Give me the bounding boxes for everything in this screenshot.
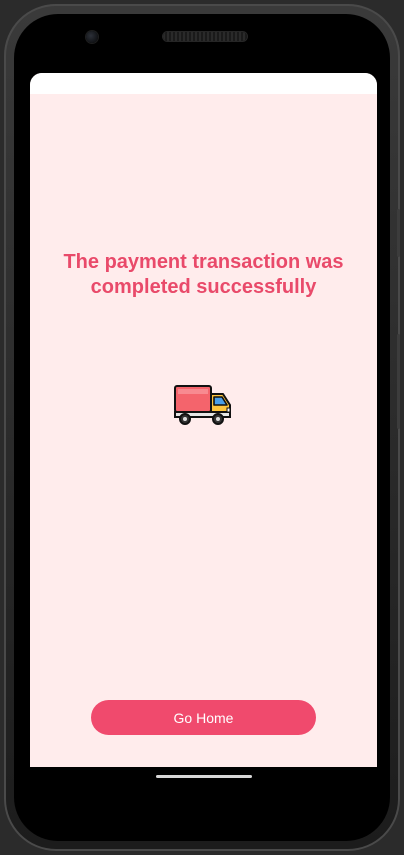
go-home-button[interactable]: Go Home [91, 700, 316, 735]
status-bar [30, 73, 377, 94]
power-button [397, 334, 400, 429]
gesture-home-indicator[interactable] [156, 775, 252, 778]
delivery-truck-icon [174, 385, 231, 425]
front-camera [86, 31, 98, 43]
app-screen: The payment transaction was completed su… [30, 73, 377, 767]
volume-button [397, 209, 400, 257]
payment-success-message: The payment transaction was completed su… [63, 251, 344, 298]
earpiece-speaker [163, 32, 247, 41]
